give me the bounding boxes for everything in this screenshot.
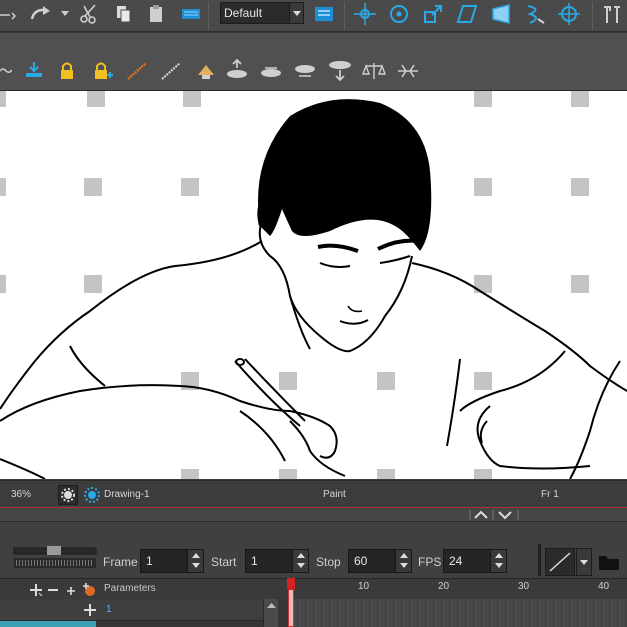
add-drawing-icon[interactable]	[80, 581, 98, 599]
ruler-mark: 40	[598, 581, 610, 592]
remove-layer-icon[interactable]	[46, 582, 60, 598]
toolbar-separator	[208, 2, 209, 30]
current-mode: Paint	[323, 489, 346, 500]
paste-icon[interactable]	[148, 4, 164, 24]
cut-icon[interactable]	[78, 3, 100, 25]
ruler-mark: 20	[438, 581, 450, 592]
ruler-icon[interactable]	[126, 61, 148, 81]
transform-icon[interactable]	[558, 3, 580, 25]
interpolation-button[interactable]	[545, 548, 575, 576]
scale-icon[interactable]	[422, 3, 444, 25]
timeline-layers: 1	[0, 599, 627, 627]
layer-options-icon[interactable]	[313, 4, 335, 24]
hammer-icon[interactable]	[600, 3, 624, 25]
layer-down-icon[interactable]	[294, 61, 316, 81]
fps-stepper[interactable]	[490, 550, 506, 572]
main-toolbar: Default	[0, 0, 627, 32]
start-label: Start	[211, 555, 237, 569]
toolbar-separator	[538, 544, 541, 576]
layer-bottom-icon[interactable]	[328, 59, 352, 81]
deformation-toolbar	[0, 33, 627, 91]
chevron-down-icon[interactable]	[576, 548, 592, 576]
stop-value: 60	[354, 554, 368, 568]
stop-field[interactable]: 60	[348, 549, 412, 573]
timeline-ruler[interactable]: 10 20 30 40	[290, 579, 627, 600]
envelope-icon[interactable]	[524, 3, 546, 25]
stop-stepper[interactable]	[395, 550, 411, 572]
parameters-label: Parameters	[104, 583, 156, 594]
perspective-icon[interactable]	[490, 3, 512, 25]
cursor-icon[interactable]	[196, 61, 216, 81]
zoom-level[interactable]: 36%	[11, 489, 31, 500]
current-drawing-name: Drawing-1	[104, 489, 150, 500]
playhead-handle[interactable]	[287, 578, 295, 590]
folder-icon[interactable]	[598, 552, 620, 572]
ruler-mark: 30	[518, 581, 530, 592]
collapse-handle[interactable]	[469, 508, 519, 520]
preset-dropdown[interactable]: Default	[220, 2, 304, 24]
onion-skin-slider[interactable]	[12, 544, 98, 570]
line-art-drawing	[0, 99, 627, 479]
app-window: Default 36% Drawing-1 Paint Fr 1 Frame 1…	[0, 0, 627, 627]
gear-icon[interactable]	[58, 485, 78, 505]
stop-label: Stop	[316, 555, 341, 569]
toolbar-separator	[344, 2, 345, 30]
start-value: 1	[251, 554, 258, 568]
camera-status-bar: 36% Drawing-1 Paint Fr 1	[0, 480, 627, 507]
ruler-mark: 10	[358, 581, 370, 592]
tilde-icon[interactable]	[0, 63, 12, 77]
layer-scrollbar[interactable]	[263, 599, 278, 627]
selected-layer-row[interactable]	[0, 621, 96, 627]
add-layer-icon[interactable]	[28, 582, 44, 598]
start-field[interactable]: 1	[245, 549, 309, 573]
timeline-cells[interactable]	[290, 599, 627, 627]
grid-icon[interactable]	[160, 61, 182, 81]
frame-stepper[interactable]	[187, 550, 203, 572]
lock-icon[interactable]	[58, 61, 76, 81]
fps-field[interactable]: 24	[443, 549, 507, 573]
dropdown-arrow-icon[interactable]	[60, 8, 70, 18]
flatten-icon[interactable]	[24, 61, 44, 79]
blue-brush-icon[interactable]	[180, 5, 202, 23]
start-stepper[interactable]	[292, 550, 308, 572]
rotate-icon[interactable]	[388, 3, 410, 25]
panel-splitter[interactable]	[0, 507, 627, 521]
frame-field[interactable]: 1	[140, 549, 204, 573]
layer-row[interactable]: 1	[0, 599, 278, 621]
current-frame: Fr 1	[541, 489, 559, 500]
chevron-down-icon[interactable]	[289, 3, 303, 23]
fps-value: 24	[449, 554, 463, 568]
layer-number: 1	[106, 604, 112, 615]
add-peg-icon[interactable]	[64, 582, 78, 598]
distribute-icon[interactable]	[396, 61, 420, 81]
frame-value: 1	[146, 554, 153, 568]
expand-plus-icon[interactable]	[82, 602, 98, 618]
timeline-header: Parameters 10 20 30 40	[0, 578, 627, 600]
layer-center-icon[interactable]	[260, 61, 282, 81]
fps-label: FPS	[418, 555, 442, 569]
copy-icon[interactable]	[114, 4, 132, 24]
toolbar-separator	[592, 2, 593, 30]
preset-dropdown-value: Default	[224, 6, 263, 20]
frame-label: Frame	[103, 555, 138, 569]
drawing-layer-icon[interactable]	[83, 486, 101, 504]
balance-icon[interactable]	[362, 61, 386, 81]
layer-up-icon[interactable]	[226, 59, 248, 81]
skew-icon[interactable]	[456, 3, 478, 25]
drawing-canvas[interactable]	[0, 91, 627, 479]
line-icon[interactable]	[0, 6, 16, 24]
playback-toolbar: Frame 1 Start 1 Stop 60 FPS 24	[0, 521, 627, 578]
lock-add-icon[interactable]	[92, 61, 114, 81]
pivot-icon[interactable]	[354, 3, 376, 25]
redo-icon[interactable]	[28, 4, 54, 24]
